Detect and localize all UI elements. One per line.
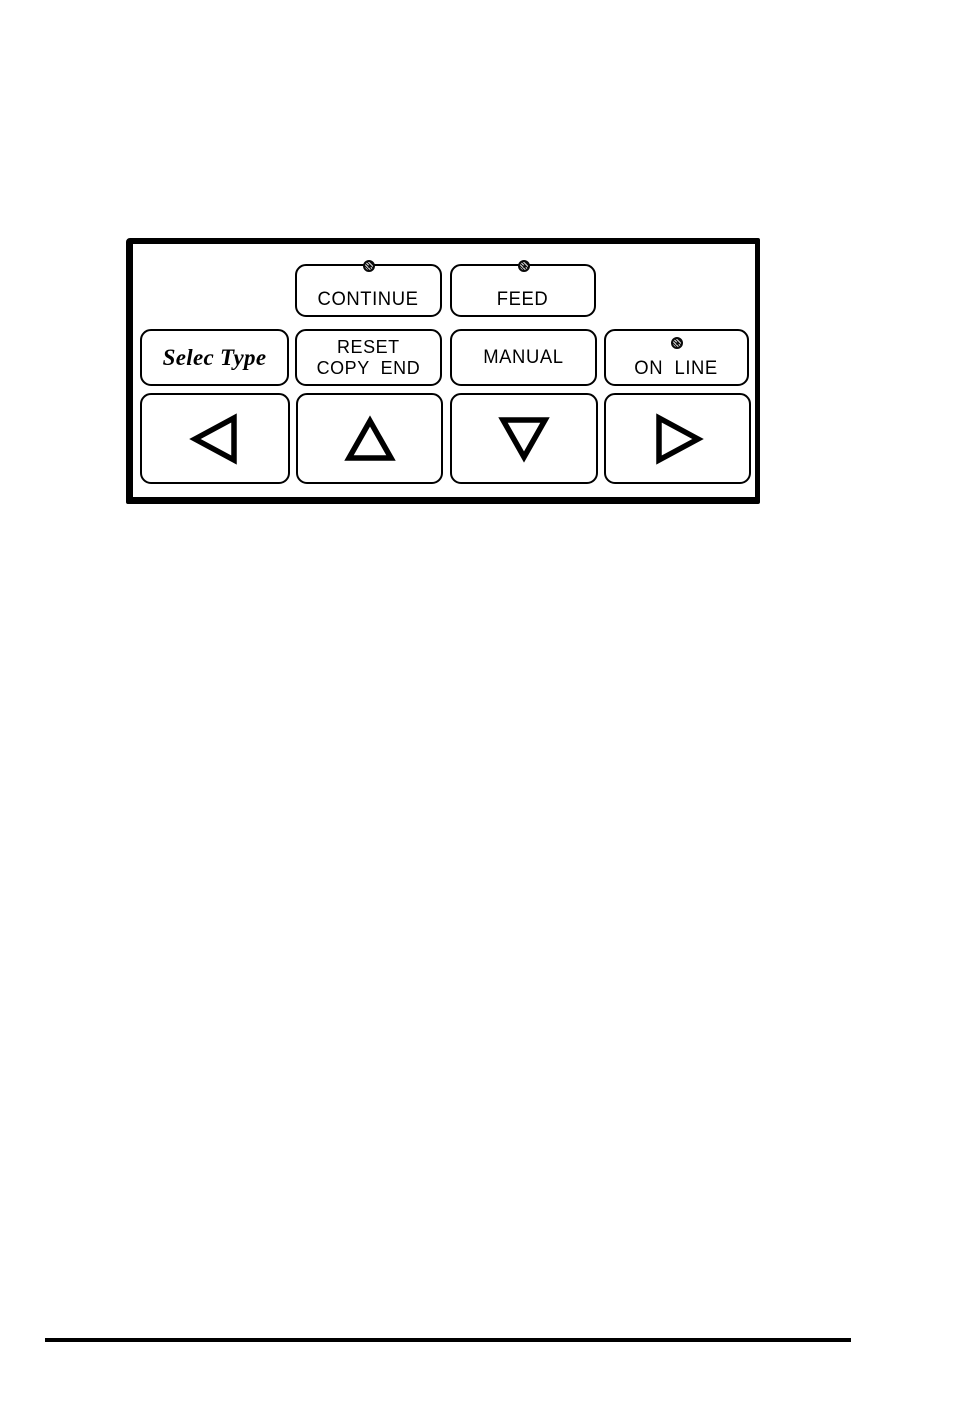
key-feed[interactable]: FEED [450, 260, 596, 317]
key-feed-label: FEED [497, 289, 549, 311]
key-copy-end-label: COPY END [316, 356, 421, 378]
key-continue[interactable]: CONTINUE [295, 260, 442, 317]
triangle-right-icon [655, 412, 704, 465]
key-on-line-label: ON LINE [634, 358, 719, 380]
key-manual[interactable]: MANUAL [450, 329, 597, 386]
triangle-up-icon [343, 414, 396, 461]
key-on-line[interactable]: ON LINE [604, 329, 749, 386]
key-feed-label-wrap: FEED [452, 290, 594, 315]
key-arrow-up[interactable] [296, 393, 443, 484]
footer-horizontal-rule [45, 1338, 851, 1342]
key-arrow-left[interactable] [140, 393, 290, 484]
triangle-left-icon [189, 412, 237, 465]
feed-led-icon [518, 260, 530, 272]
continue-led-icon [363, 260, 375, 272]
key-reset-label: RESET [337, 335, 400, 357]
document-page: CONTINUE FEED Selec Type RESET COPY END … [0, 0, 954, 1412]
triangle-down-icon [498, 416, 550, 463]
key-reset-copy-end[interactable]: RESET COPY END [295, 329, 442, 386]
key-continue-label-wrap: CONTINUE [297, 290, 440, 315]
key-selec-type[interactable]: Selec Type [140, 329, 289, 386]
key-continue-label: CONTINUE [318, 289, 419, 311]
key-arrow-right[interactable] [604, 393, 751, 484]
key-manual-label: MANUAL [483, 346, 564, 368]
on-line-led-icon [671, 337, 683, 349]
key-arrow-down[interactable] [450, 393, 598, 484]
key-on-line-label-wrap: ON LINE [606, 359, 747, 384]
key-selec-type-label: Selec Type [162, 344, 267, 370]
